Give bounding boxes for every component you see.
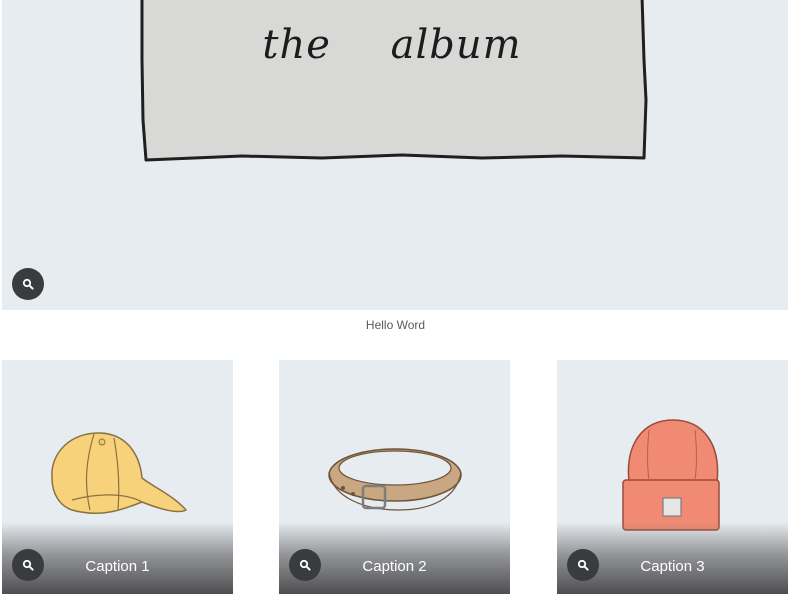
item-caption: Caption 2 bbox=[362, 558, 427, 575]
gallery-item-1[interactable]: Caption 1 bbox=[2, 360, 233, 594]
hero-zoom-button[interactable] bbox=[12, 268, 44, 300]
gallery-item-2[interactable]: Caption 2 bbox=[279, 360, 510, 594]
gallery-item-3[interactable]: Caption 3 bbox=[557, 360, 788, 594]
hero-image-text: the album bbox=[262, 22, 522, 68]
search-icon bbox=[22, 278, 34, 290]
gallery-page: the album Hello Word Caption 1 Caption 2… bbox=[0, 0, 791, 594]
hero-image[interactable]: the album bbox=[2, 0, 788, 310]
item-caption: Caption 1 bbox=[85, 558, 150, 575]
item-caption: Caption 3 bbox=[640, 558, 705, 575]
hero-caption: Hello Word bbox=[365, 318, 426, 332]
